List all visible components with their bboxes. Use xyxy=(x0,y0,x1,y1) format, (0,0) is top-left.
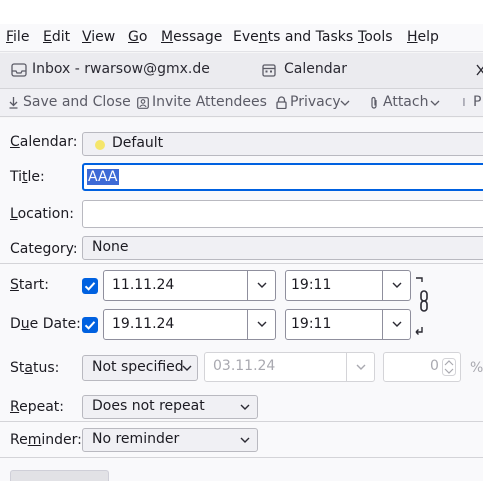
calendar-icon xyxy=(262,64,276,77)
start-checkbox[interactable] xyxy=(82,278,98,294)
title-input[interactable]: AAA xyxy=(82,163,483,191)
repeat-select-value: Does not repeat xyxy=(92,398,205,414)
menu-go[interactable]: Go xyxy=(128,29,147,45)
category-select-value: None xyxy=(92,239,129,255)
toolbar-separator: ı xyxy=(462,94,466,110)
percent-sign: % xyxy=(470,360,483,376)
checkmark-icon xyxy=(84,321,96,330)
spinner-arrows-icon xyxy=(442,358,456,376)
tab-description[interactable] xyxy=(10,470,109,481)
chevron-down-icon xyxy=(240,437,250,443)
chevron-down-icon xyxy=(356,364,366,370)
calendar-select[interactable]: Default xyxy=(82,132,483,156)
checkmark-icon xyxy=(84,282,96,291)
status-select[interactable]: Not specified xyxy=(82,355,198,381)
reminder-select[interactable]: No reminder xyxy=(82,428,258,452)
due-date-label: Due Date: xyxy=(10,316,81,332)
start-time-picker[interactable]: 19:11 xyxy=(285,270,411,301)
download-icon xyxy=(9,97,18,109)
repeat-label: Repeat: xyxy=(10,399,65,415)
start-date-value: 11.11.24 xyxy=(112,277,175,293)
location-input[interactable] xyxy=(82,200,483,228)
due-date-picker[interactable]: 19.11.24 xyxy=(103,309,276,340)
title-label: Title: xyxy=(10,169,45,185)
save-and-close-button[interactable]: Save and Close xyxy=(23,94,131,110)
title-input-value: AAA xyxy=(87,169,119,185)
due-date-checkbox[interactable] xyxy=(82,317,98,333)
close-icon[interactable] xyxy=(476,64,483,76)
event-toolbar: Save and Close Invite Attendees Privacy … xyxy=(0,89,483,117)
status-label: Status: xyxy=(10,360,60,376)
chevron-down-icon xyxy=(257,321,267,327)
window-top-strip xyxy=(0,0,483,24)
menu-message[interactable]: Message xyxy=(161,29,222,45)
menu-edit[interactable]: Edit xyxy=(43,29,70,45)
status-date-picker: 03.11.24 xyxy=(204,352,375,382)
lock-icon xyxy=(276,96,287,109)
start-date-dropdown-button[interactable] xyxy=(247,271,275,300)
due-time-dropdown-button[interactable] xyxy=(382,310,410,339)
menu-view[interactable]: View xyxy=(82,29,115,45)
section-divider xyxy=(0,421,483,422)
reminder-select-value: No reminder xyxy=(92,431,180,447)
percent-complete-value: 0 xyxy=(430,358,439,374)
calendar-label: Calendar: xyxy=(10,134,78,150)
calendar-select-value: Default xyxy=(112,135,164,151)
chevron-down-icon xyxy=(430,100,440,106)
start-time-dropdown-button[interactable] xyxy=(382,271,410,300)
tab-calendar-label: Calendar xyxy=(284,61,347,77)
chevron-down-icon xyxy=(392,321,402,327)
menu-help[interactable]: Help xyxy=(407,29,439,45)
percent-complete-spinner: 0 xyxy=(383,352,461,382)
category-select[interactable]: None xyxy=(82,236,483,260)
section-divider xyxy=(0,457,483,458)
chevron-down-icon xyxy=(257,282,267,288)
tab-bar: Inbox - rwarsow@gmx.de Calendar xyxy=(0,53,483,89)
reminder-label: Reminder: xyxy=(10,432,82,448)
start-label: Start: xyxy=(10,277,49,293)
chevron-down-icon xyxy=(240,404,250,410)
chevron-down-icon xyxy=(182,365,192,371)
status-date-dropdown-button xyxy=(346,353,374,381)
attach-menu-button[interactable]: Attach xyxy=(383,94,428,110)
tab-attendees[interactable] xyxy=(120,470,190,481)
location-label: Location: xyxy=(10,206,74,222)
menu-tools[interactable]: Tools xyxy=(358,29,393,45)
paperclip-icon xyxy=(371,96,377,109)
inbox-icon xyxy=(11,63,27,77)
chevron-down-icon xyxy=(340,100,350,106)
due-date-dropdown-button[interactable] xyxy=(247,310,275,339)
event-dialog-form: Calendar: Default Title: AAA Location: C… xyxy=(0,118,483,481)
calendar-color-dot xyxy=(95,140,105,150)
due-time-value: 19:11 xyxy=(291,316,332,332)
status-select-value: Not specified xyxy=(92,359,184,375)
menu-events-and-tasks[interactable]: Events and Tasks xyxy=(233,29,353,45)
invite-attendees-icon xyxy=(137,97,149,109)
due-time-picker[interactable]: 19:11 xyxy=(285,309,411,340)
invite-attendees-button[interactable]: Invite Attendees xyxy=(152,94,267,110)
repeat-select[interactable]: Does not repeat xyxy=(82,395,258,419)
link-duration-toggle-icon[interactable] xyxy=(413,275,429,337)
start-time-value: 19:11 xyxy=(291,277,332,293)
privacy-menu-button[interactable]: Privacy xyxy=(290,94,341,110)
tab-inbox-label: Inbox - rwarsow@gmx.de xyxy=(32,61,210,77)
section-divider xyxy=(0,263,483,264)
toolbar-overflow-button[interactable]: P xyxy=(473,94,481,110)
chevron-down-icon xyxy=(392,282,402,288)
category-label: Category: xyxy=(10,241,78,257)
menu-file[interactable]: File xyxy=(6,29,29,45)
status-date-value: 03.11.24 xyxy=(213,358,276,374)
start-date-picker[interactable]: 11.11.24 xyxy=(103,270,276,301)
due-date-value: 19.11.24 xyxy=(112,316,175,332)
menubar: File Edit View Go Message Events and Tas… xyxy=(0,24,483,52)
